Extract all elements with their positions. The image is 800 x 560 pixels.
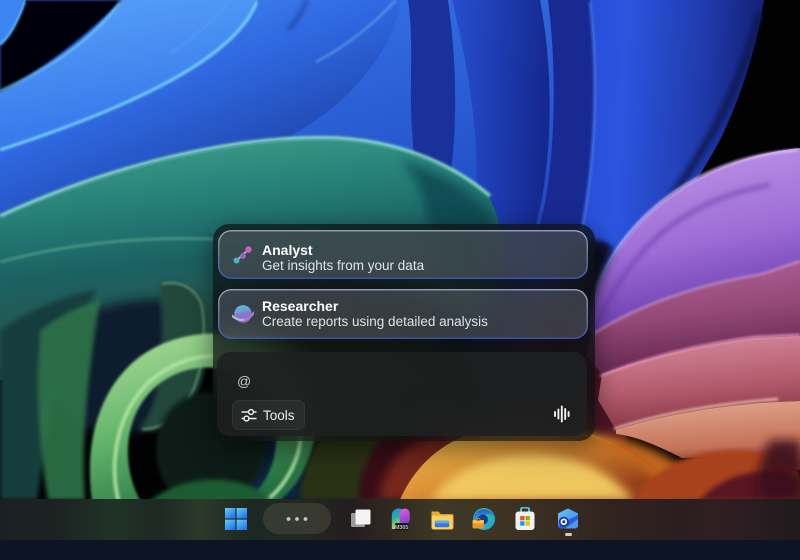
svg-text:M365: M365	[395, 525, 409, 531]
